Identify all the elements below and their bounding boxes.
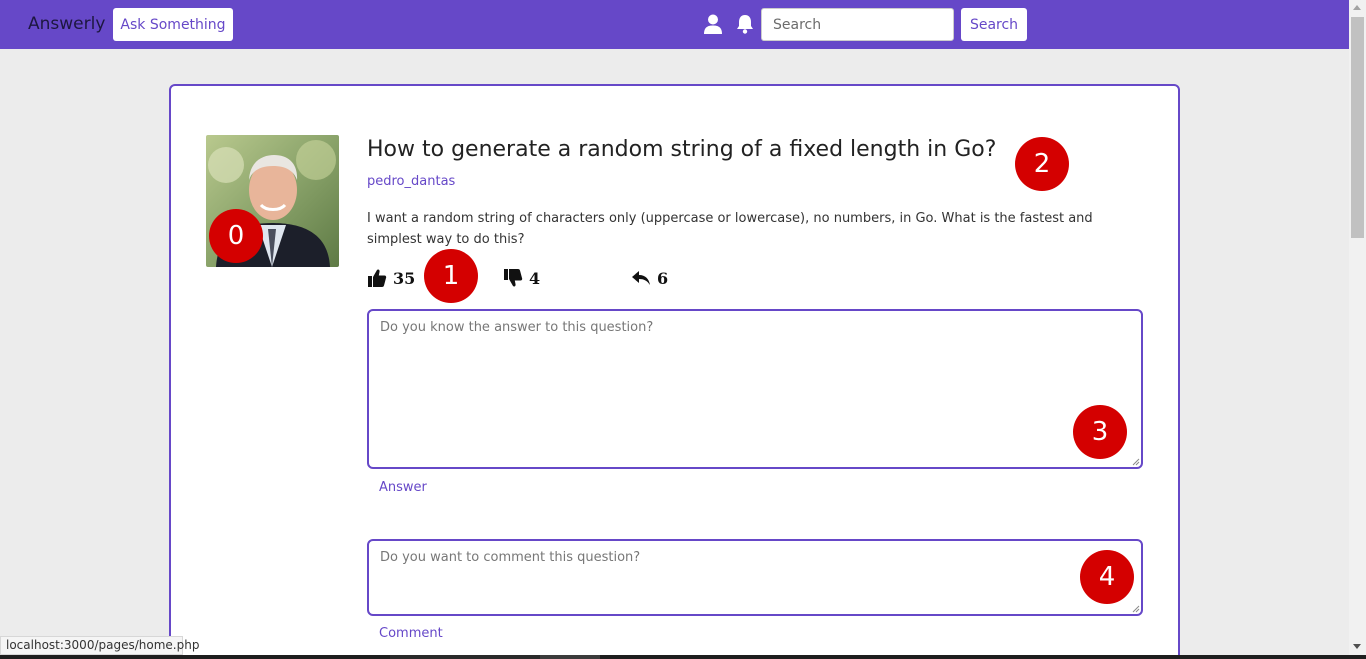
- annotation-marker-3: 3: [1073, 405, 1127, 459]
- downvote-count: 4: [529, 268, 541, 288]
- resize-handle-icon[interactable]: [1132, 458, 1140, 466]
- navbar: Answerly Ask Something Search: [0, 0, 1349, 49]
- ask-something-button[interactable]: Ask Something: [113, 8, 233, 41]
- status-url: localhost:3000/pages/home.php: [0, 636, 199, 655]
- question-author-link[interactable]: pedro_dantas: [367, 174, 455, 189]
- scroll-up-arrow-icon[interactable]: [1353, 5, 1361, 10]
- reply-button[interactable]: 6: [631, 266, 668, 290]
- annotation-marker-0: 0: [209, 209, 263, 263]
- upvote-button[interactable]: 35: [367, 266, 415, 290]
- search-input[interactable]: [761, 8, 954, 41]
- question-body: I want a random string of characters onl…: [367, 211, 1093, 247]
- comment-button[interactable]: Comment: [379, 626, 443, 641]
- answer-button[interactable]: Answer: [379, 480, 427, 495]
- resize-handle-icon[interactable]: [1132, 605, 1140, 613]
- upvote-count: 35: [393, 268, 416, 288]
- thumbs-up-icon: [368, 269, 387, 287]
- scroll-down-arrow-icon[interactable]: [1353, 644, 1361, 649]
- comment-textarea[interactable]: [367, 539, 1143, 616]
- reply-icon: [632, 271, 650, 285]
- annotation-marker-1: 1: [424, 249, 478, 303]
- brand-logo[interactable]: Answerly: [28, 14, 105, 34]
- downvote-button[interactable]: 4: [503, 266, 540, 290]
- bell-icon[interactable]: [736, 14, 754, 34]
- user-icon[interactable]: [704, 14, 722, 34]
- taskbar-strip: [0, 655, 1366, 659]
- search-button[interactable]: Search: [961, 8, 1027, 41]
- scrollbar-thumb[interactable]: [1351, 17, 1364, 238]
- reply-count: 6: [657, 268, 669, 288]
- annotation-marker-2: 2: [1015, 137, 1069, 191]
- question-title: How to generate a random string of a fix…: [367, 137, 997, 162]
- annotation-marker-4: 4: [1080, 550, 1134, 604]
- answer-textarea[interactable]: [367, 309, 1143, 469]
- thumbs-down-icon: [504, 269, 523, 287]
